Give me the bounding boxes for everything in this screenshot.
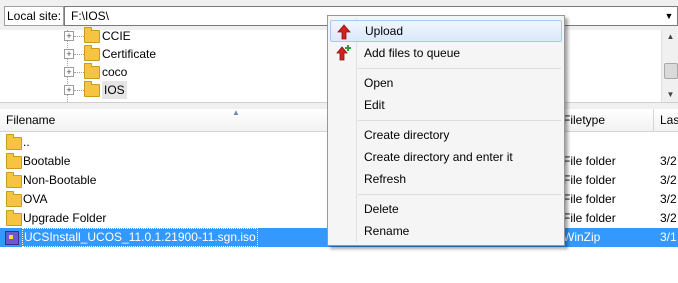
- tree-scrollbar[interactable]: ▲ ▼: [661, 30, 678, 102]
- menu-separator: [358, 194, 561, 195]
- local-site-label: Local site:: [4, 6, 64, 26]
- file-type: File folder: [563, 192, 616, 206]
- folder-icon: [6, 210, 22, 226]
- upload-arrow-icon: [337, 24, 351, 40]
- menu-item-rename[interactable]: Rename: [330, 220, 560, 242]
- folder-icon: [6, 172, 22, 188]
- file-name: Bootable: [23, 154, 71, 168]
- file-name: OVA: [23, 192, 48, 206]
- folder-icon: [84, 81, 100, 97]
- menu-item-create-directory-and-enter[interactable]: Create directory and enter it: [330, 146, 560, 168]
- menu-item-upload[interactable]: Upload: [330, 20, 562, 42]
- scroll-down-icon[interactable]: ▼: [662, 88, 678, 102]
- scrollbar-thumb[interactable]: [664, 63, 678, 79]
- menu-item-refresh[interactable]: Refresh: [330, 168, 560, 190]
- menu-item-label: Rename: [364, 224, 410, 238]
- local-site-path-value: F:\IOS\: [71, 9, 110, 23]
- file-name: Non-Bootable: [23, 173, 97, 187]
- context-menu: Upload Add files to queue Open Edit Crea…: [327, 15, 565, 246]
- file-type: File folder: [563, 211, 616, 225]
- expand-icon[interactable]: +: [64, 67, 74, 77]
- file-date: 3/2: [660, 173, 677, 187]
- archive-file-icon: [5, 231, 19, 245]
- tree-item-label: IOS: [102, 81, 127, 99]
- menu-item-label: Add files to queue: [364, 46, 461, 60]
- file-type: WinZip: [563, 230, 601, 244]
- folder-icon: [84, 63, 100, 79]
- file-date: 3/2: [660, 211, 677, 225]
- sort-ascending-icon: ▲: [232, 108, 240, 117]
- file-type: File folder: [563, 173, 616, 187]
- folder-icon: [6, 191, 22, 207]
- menu-item-open[interactable]: Open: [330, 72, 560, 94]
- file-name: ..: [23, 135, 30, 149]
- expand-icon[interactable]: +: [64, 85, 74, 95]
- file-type: File folder: [563, 154, 616, 168]
- column-header-filetype[interactable]: Filetype: [557, 109, 654, 131]
- menu-item-label: Delete: [364, 202, 399, 216]
- menu-item-label: Refresh: [364, 172, 407, 186]
- menu-item-label: Open: [364, 76, 394, 90]
- file-date: 3/2: [660, 154, 677, 168]
- tree-item-label: CCIE: [102, 29, 131, 43]
- folder-icon: [6, 153, 22, 169]
- expand-icon[interactable]: +: [64, 31, 74, 41]
- expand-icon[interactable]: +: [64, 49, 74, 59]
- folder-icon: [6, 134, 22, 150]
- file-name: Upgrade Folder: [23, 211, 107, 225]
- menu-item-create-directory[interactable]: Create directory: [330, 124, 560, 146]
- folder-icon: [84, 45, 100, 61]
- menu-item-add-files-to-queue[interactable]: Add files to queue: [330, 42, 560, 64]
- menu-item-delete[interactable]: Delete: [330, 198, 560, 220]
- menu-item-label: Create directory and enter it: [364, 150, 513, 164]
- column-header-last-modified[interactable]: Las: [654, 109, 678, 131]
- tree-item-label: coco: [102, 65, 128, 79]
- menu-item-label: Upload: [365, 24, 404, 38]
- chevron-down-icon[interactable]: ▼: [661, 7, 677, 25]
- file-date: 3/2: [660, 192, 677, 206]
- tree-item-label: Certificate: [102, 47, 157, 61]
- add-to-queue-icon: [336, 45, 351, 61]
- menu-separator: [358, 120, 561, 121]
- menu-item-label: Edit: [364, 98, 385, 112]
- menu-item-edit[interactable]: Edit: [330, 94, 560, 116]
- menu-separator: [358, 68, 561, 69]
- file-name: UCSInstall_UCOS_11.0.1.21900-11.sgn.iso: [22, 228, 258, 247]
- scroll-up-icon[interactable]: ▲: [662, 30, 678, 44]
- menu-item-label: Create directory: [364, 128, 450, 142]
- folder-icon: [84, 27, 100, 43]
- file-date: 3/1: [660, 230, 677, 244]
